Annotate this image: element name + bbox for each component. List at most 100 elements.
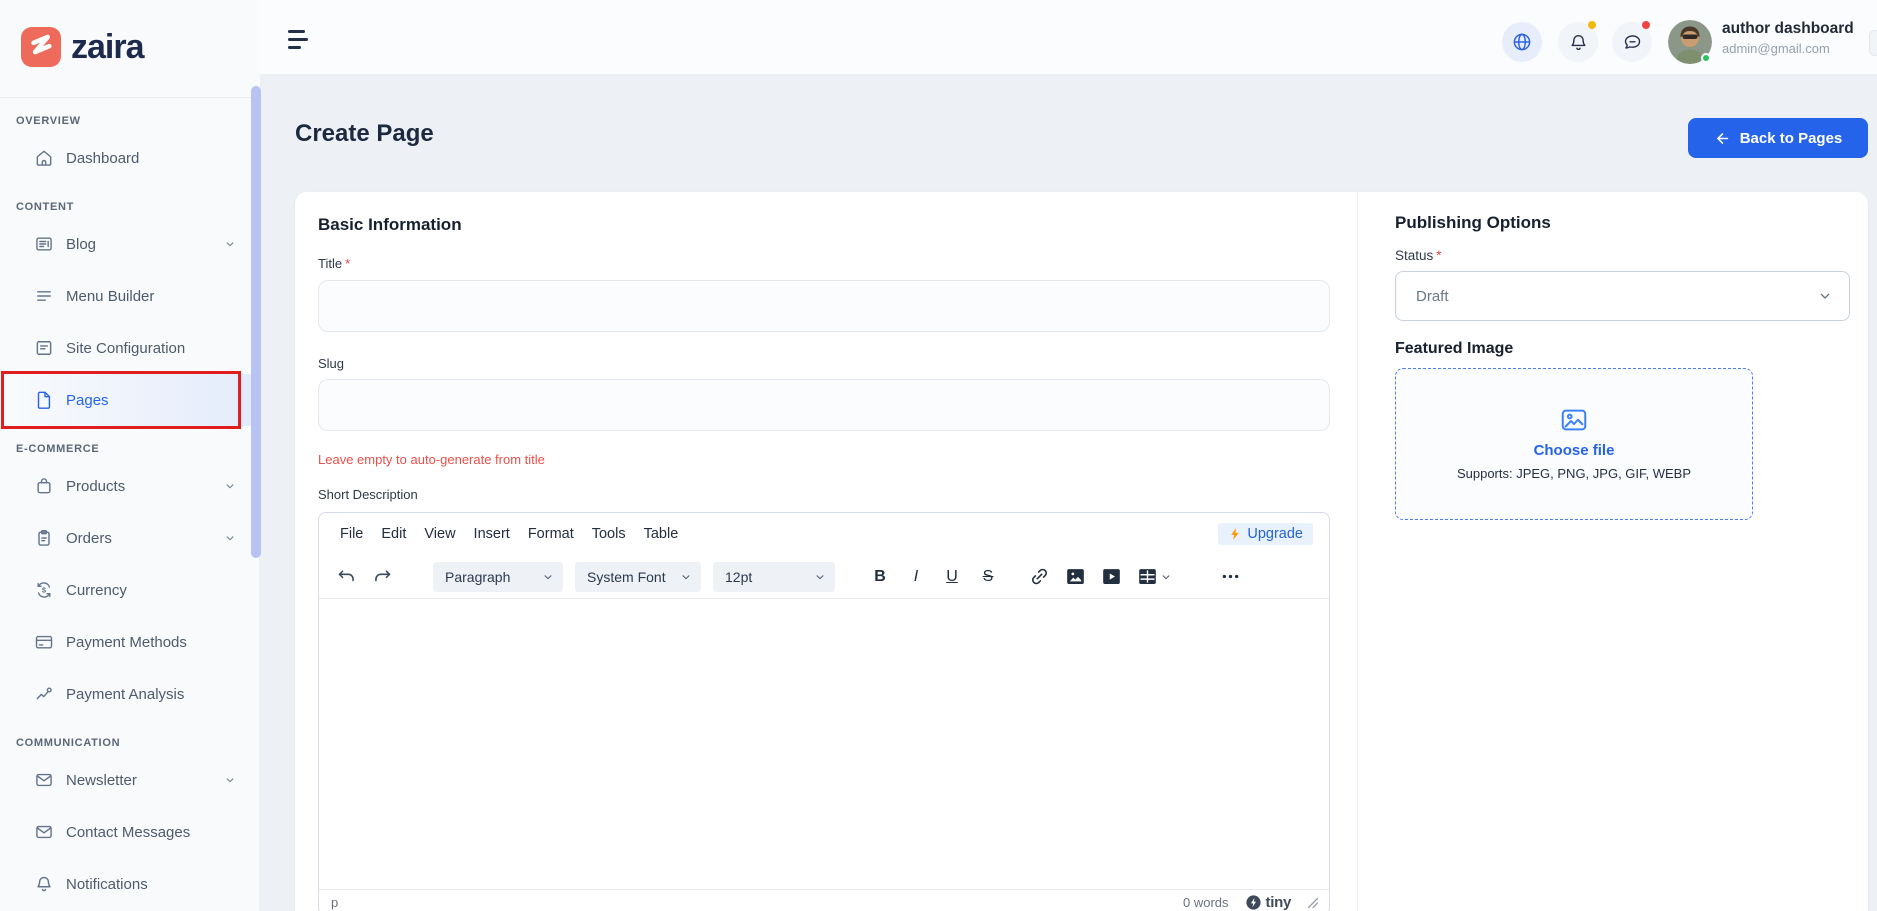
editor-statusbar: p 0 words tiny	[319, 889, 1329, 911]
underline-button[interactable]: U	[937, 562, 967, 592]
sidebar-item-payment-analysis[interactable]: Payment Analysis	[0, 668, 259, 720]
bold-button[interactable]: B	[865, 562, 895, 592]
sidebar-header: zaira	[0, 0, 260, 98]
home-icon	[34, 148, 54, 168]
sidebar-item-site-configuration[interactable]: Site Configuration	[0, 322, 259, 374]
sidebar-item-contact-messages[interactable]: Contact Messages	[0, 806, 259, 858]
font-size-select[interactable]: 12pt	[713, 562, 835, 592]
section-label: OVERVIEW	[0, 110, 259, 132]
create-page-card: Basic Information Title* Slug Leave empt…	[295, 192, 1868, 911]
block-format-select[interactable]: Paragraph	[433, 562, 563, 592]
editor-menu-insert[interactable]: Insert	[465, 522, 519, 546]
sidebar-item-newsletter[interactable]: Newsletter	[0, 754, 259, 806]
sidebar-item-products[interactable]: Products	[0, 460, 259, 512]
title-label-text: Title	[318, 256, 342, 271]
tiny-brand-text: tiny	[1266, 894, 1291, 911]
notifications-button[interactable]	[1558, 22, 1598, 62]
font-family-value: System Font	[587, 569, 666, 585]
chat-icon	[1622, 32, 1643, 53]
sidebar-item-payment-methods[interactable]: Payment Methods	[0, 616, 259, 668]
tiny-bolt-icon	[1245, 894, 1262, 911]
lightning-bolt-icon	[1228, 527, 1242, 541]
sidebar-item-menu-builder[interactable]: Menu Builder	[0, 270, 259, 322]
slug-field-label: Slug	[318, 356, 344, 372]
required-asterisk: *	[345, 256, 350, 271]
editor-toolbar: Paragraph System Font 12pt B I U S	[319, 555, 1329, 599]
back-to-pages-button[interactable]: Back to Pages	[1688, 118, 1868, 158]
supported-formats-text: Supports: JPEG, PNG, JPG, GIF, WEBP	[1457, 466, 1691, 481]
document-settings-icon	[34, 338, 54, 358]
table-chevron-icon[interactable]	[1161, 562, 1171, 592]
sidebar-toggle-icon[interactable]	[288, 30, 310, 50]
featured-image-dropzone[interactable]: Choose file Supports: JPEG, PNG, JPG, GI…	[1395, 368, 1753, 520]
editor-menu-view[interactable]: View	[415, 522, 464, 546]
section-label: E-COMMERCE	[0, 438, 259, 460]
sidebar-item-label: Orders	[66, 530, 112, 547]
editor-content-area[interactable]	[319, 599, 1329, 889]
editor-menu-edit[interactable]: Edit	[372, 522, 415, 546]
font-size-value: 12pt	[725, 569, 752, 585]
sidebar-item-pages[interactable]: Pages	[0, 374, 259, 426]
redo-icon[interactable]	[369, 562, 395, 592]
font-family-select[interactable]: System Font	[575, 562, 701, 592]
sidebar-item-label: Newsletter	[66, 772, 137, 789]
resize-grip-icon[interactable]	[1307, 897, 1319, 909]
column-divider	[1357, 192, 1358, 911]
brand-logo[interactable]: zaira	[21, 27, 144, 67]
sidebar-item-label: Payment Analysis	[66, 686, 184, 703]
online-status-dot	[1701, 53, 1711, 63]
insert-table-icon[interactable]	[1133, 562, 1161, 592]
insert-media-icon[interactable]	[1097, 562, 1125, 592]
messages-button[interactable]	[1612, 22, 1652, 62]
mail-send-icon	[34, 770, 54, 790]
trend-chart-icon	[34, 684, 54, 704]
editor-menu-file[interactable]: File	[331, 522, 372, 546]
brand-logo-icon	[21, 27, 61, 67]
sidebar-item-label: Contact Messages	[66, 824, 190, 841]
bell-icon	[1568, 32, 1589, 53]
slug-input[interactable]	[318, 379, 1330, 431]
insert-image-icon[interactable]	[1061, 562, 1089, 592]
back-button-label: Back to Pages	[1740, 130, 1843, 147]
sidebar-item-orders[interactable]: Orders	[0, 512, 259, 564]
upgrade-button[interactable]: Upgrade	[1218, 523, 1313, 545]
more-tools-icon[interactable]	[1216, 562, 1244, 592]
page-title: Create Page	[295, 120, 434, 148]
page-file-icon	[34, 390, 54, 410]
globe-icon	[1511, 31, 1533, 53]
sidebar-scrollbar-thumb[interactable]	[251, 86, 261, 558]
status-select-value: Draft	[1416, 288, 1449, 305]
user-avatar[interactable]	[1668, 20, 1712, 64]
rich-text-editor: File Edit View Insert Format Tools Table…	[318, 512, 1330, 911]
choose-file-link[interactable]: Choose file	[1534, 442, 1615, 459]
brand-name: zaira	[71, 27, 144, 67]
sidebar-item-blog[interactable]: Blog	[0, 218, 259, 270]
sidebar-item-notifications[interactable]: Notifications	[0, 858, 259, 910]
image-upload-icon	[1559, 405, 1589, 435]
top-header: author dashboard admin@gmail.com	[260, 0, 1877, 75]
editor-menu-tools[interactable]: Tools	[583, 522, 635, 546]
strikethrough-button[interactable]: S	[973, 562, 1003, 592]
editor-menu-table[interactable]: Table	[635, 522, 688, 546]
sidebar-item-dashboard[interactable]: Dashboard	[0, 132, 259, 184]
sidebar-item-label: Notifications	[66, 876, 148, 893]
user-name: author dashboard	[1722, 20, 1854, 38]
clipboard-icon	[34, 528, 54, 548]
editor-menu-format[interactable]: Format	[519, 522, 583, 546]
undo-icon[interactable]	[333, 562, 359, 592]
block-format-value: Paragraph	[445, 569, 510, 585]
chevron-down-icon	[1817, 288, 1833, 304]
envelope-icon	[34, 822, 54, 842]
currency-exchange-icon: $	[34, 580, 54, 600]
italic-button[interactable]: I	[901, 562, 931, 592]
sidebar-item-label: Pages	[66, 392, 109, 409]
link-icon[interactable]	[1025, 562, 1053, 592]
language-globe-button[interactable]	[1502, 22, 1542, 62]
sidebar-section-communication: COMMUNICATION Newsletter Contact Message…	[0, 732, 259, 910]
title-input[interactable]	[318, 280, 1330, 332]
tinymce-logo[interactable]: tiny	[1245, 894, 1291, 911]
sidebar-item-currency[interactable]: $ Currency	[0, 564, 259, 616]
status-select[interactable]: Draft	[1395, 271, 1850, 321]
featured-image-heading: Featured Image	[1395, 338, 1513, 360]
edge-panel-handle[interactable]	[1869, 30, 1877, 56]
